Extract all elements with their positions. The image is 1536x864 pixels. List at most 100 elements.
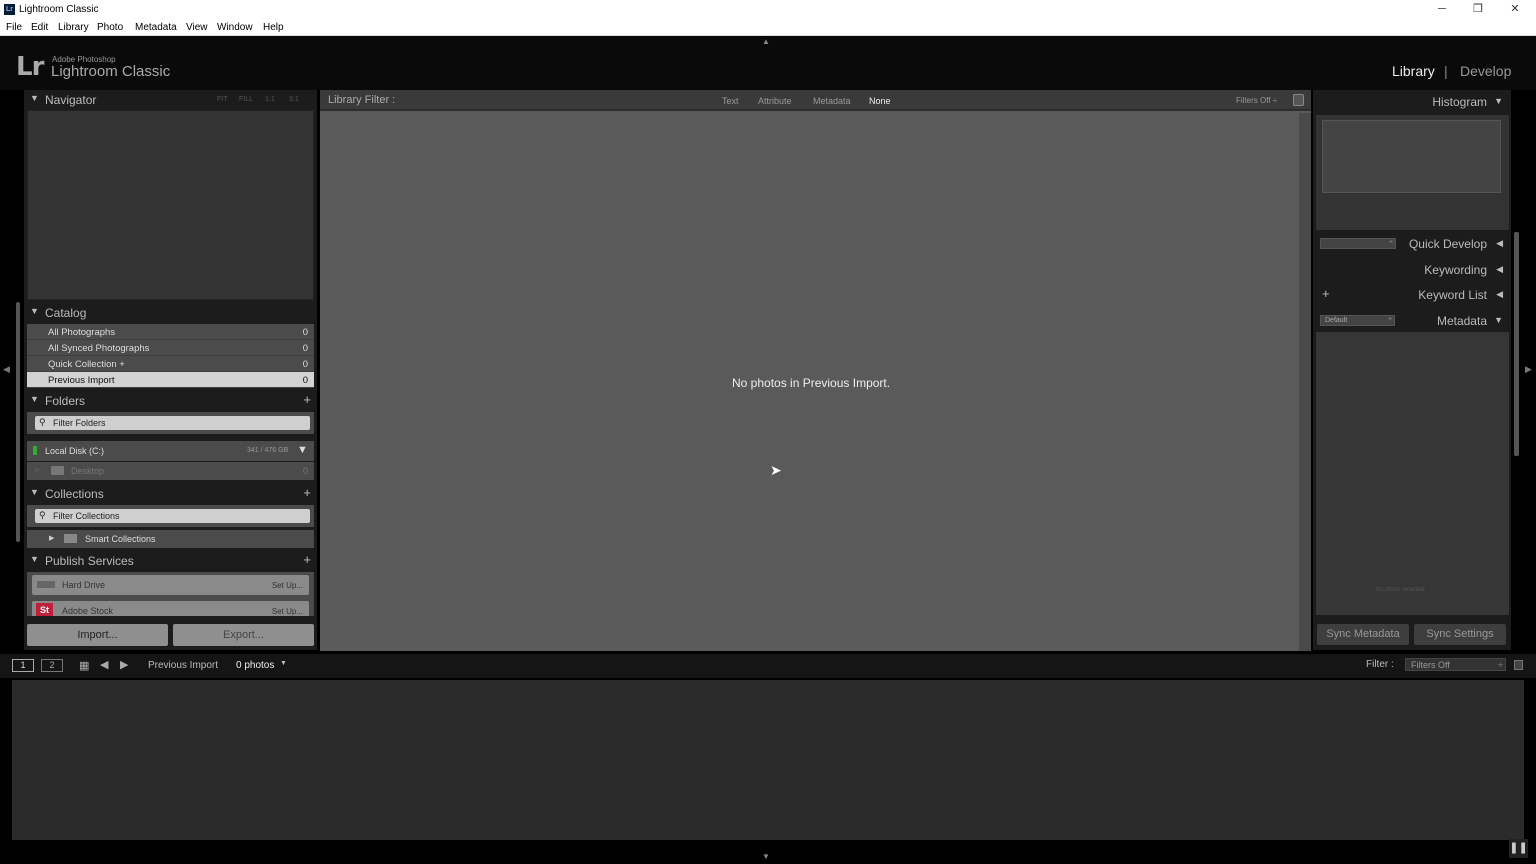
close-button[interactable]: ✕ [1497, 1, 1533, 18]
filter-text[interactable]: Text [722, 96, 739, 106]
second-window-button[interactable]: 2 [41, 659, 63, 672]
triangle-down-icon: ▼ [30, 93, 39, 103]
menu-edit[interactable]: Edit [31, 22, 48, 33]
disk-status-icon [33, 446, 37, 455]
zoom-fill[interactable]: FILL [239, 96, 253, 103]
window-title-bar: Lr Lightroom Classic ─ ❐ ✕ [0, 0, 1536, 19]
zoom-1-1[interactable]: 1:1 [265, 96, 275, 103]
publish-hard-drive-button[interactable]: Hard Drive Set Up... [32, 575, 309, 595]
filter-none[interactable]: None [869, 96, 891, 106]
metadata-area: No photo selected [1316, 332, 1509, 615]
menu-view[interactable]: View [186, 22, 208, 33]
keyword-list-header[interactable]: + Keyword List ◀ [1316, 284, 1509, 306]
left-panel-scrollbar[interactable] [16, 302, 20, 542]
grid-scrollbar[interactable] [1299, 113, 1311, 651]
metadata-preset-select[interactable]: Default ÷ [1320, 315, 1395, 326]
catalog-item-previous-import[interactable]: Previous Import 0 [27, 372, 314, 388]
zoom-fit[interactable]: FIT [217, 96, 228, 103]
add-publish-service-icon[interactable]: + [303, 552, 311, 567]
navigator-header[interactable]: ▼ Navigator FIT FILL 1:1 3:1 [24, 90, 317, 110]
lock-icon[interactable] [1293, 94, 1304, 106]
publish-services-header[interactable]: ▼ Publish Services + [24, 551, 317, 571]
mouse-cursor-icon: ➤ [770, 462, 782, 478]
folder-icon [51, 466, 64, 475]
zoom-3-1[interactable]: 3:1 [289, 96, 299, 103]
filter-collections-input[interactable]: ⚲ Filter Collections [35, 509, 310, 523]
filmstrip-count[interactable]: 0 photos [236, 660, 274, 671]
navigator-preview[interactable] [27, 110, 314, 300]
stepper-icon: ÷ [1498, 660, 1503, 670]
filter-folders-input[interactable]: ⚲ Filter Folders [35, 416, 310, 430]
menu-metadata[interactable]: Metadata [135, 22, 177, 33]
back-arrow-icon[interactable]: ◀ [100, 658, 108, 671]
identity-plate: ▲ Lr Adobe Photoshop Lightroom Classic L… [0, 36, 1536, 90]
minimize-button[interactable]: ─ [1424, 1, 1460, 18]
collapse-top-arrow-icon[interactable]: ▲ [762, 37, 770, 46]
menu-library[interactable]: Library [58, 22, 89, 33]
pause-icon[interactable]: ❚❚ [1509, 839, 1528, 858]
triangle-right-icon[interactable]: ▶ [49, 534, 54, 542]
catalog-item-all-photographs[interactable]: All Photographs 0 [27, 324, 314, 340]
hard-drive-icon [37, 581, 55, 588]
triangle-left-icon: ◀ [1496, 264, 1503, 274]
triangle-left-icon: ◀ [1496, 238, 1503, 248]
module-develop[interactable]: Develop [1460, 63, 1511, 79]
folders-header[interactable]: ▼ Folders + [24, 391, 317, 411]
filmstrip-source[interactable]: Previous Import [148, 660, 218, 671]
menu-help[interactable]: Help [263, 22, 284, 33]
histogram-header[interactable]: Histogram ▼ [1316, 91, 1509, 113]
search-icon: ⚲ [39, 510, 46, 520]
smart-collections-row[interactable]: ▶ Smart Collections [27, 530, 314, 548]
catalog-header[interactable]: ▼ Catalog [24, 303, 317, 323]
menu-file[interactable]: File [6, 22, 22, 33]
module-library[interactable]: Library [1392, 63, 1435, 79]
catalog-item-quick-collection[interactable]: Quick Collection + 0 [27, 356, 314, 372]
sync-metadata-button[interactable]: Sync Metadata [1317, 624, 1409, 645]
forward-arrow-icon[interactable]: ▶ [120, 658, 128, 671]
collapse-bottom-arrow-icon[interactable]: ▼ [762, 852, 770, 861]
filmstrip[interactable] [12, 680, 1524, 840]
volume-local-disk[interactable]: Local Disk (C:) 341 / 476 GB ▼ [27, 441, 314, 461]
menu-window[interactable]: Window [217, 22, 253, 33]
sync-settings-button[interactable]: Sync Settings [1414, 624, 1506, 645]
right-panel-scrollbar[interactable] [1514, 232, 1519, 456]
menu-photo[interactable]: Photo [97, 22, 123, 33]
collapse-right-arrow-icon[interactable]: ▶ [1525, 364, 1532, 375]
folder-desktop[interactable]: ▶ Desktop 0 [27, 462, 314, 480]
quick-develop-header[interactable]: ÷ Quick Develop ◀ [1316, 233, 1509, 255]
publish-adobe-stock-button[interactable]: St Adobe Stock Set Up... [32, 601, 309, 616]
filmstrip-toolbar: 1 2 ▦ ◀ ▶ Previous Import 0 photos ▼ Fil… [0, 654, 1536, 678]
collections-header[interactable]: ▼ Collections + [24, 484, 317, 504]
app-icon: Lr [4, 4, 15, 15]
filmstrip-filter-select[interactable]: Filters Off ÷ [1405, 658, 1506, 671]
filter-lock-icon[interactable] [1514, 660, 1523, 670]
search-icon: ⚲ [39, 417, 46, 427]
metadata-header[interactable]: Default ÷ Metadata ▼ [1316, 310, 1509, 332]
add-collection-icon[interactable]: + [303, 485, 311, 500]
brand-title: Lightroom Classic [51, 63, 171, 80]
saved-preset-select[interactable]: ÷ [1320, 238, 1396, 249]
filter-presets-select[interactable]: Filters Off ÷ [1236, 96, 1277, 105]
restore-button[interactable]: ❐ [1460, 1, 1496, 18]
filter-attribute[interactable]: Attribute [758, 96, 792, 106]
triangle-down-icon[interactable]: ▼ [297, 444, 308, 456]
chevron-down-icon[interactable]: ▼ [280, 660, 287, 667]
triangle-down-icon: ▼ [1494, 96, 1503, 106]
library-filter-bar: Library Filter : Text Attribute Metadata… [320, 90, 1311, 111]
filter-metadata[interactable]: Metadata [813, 96, 851, 106]
main-window-button[interactable]: 1 [12, 659, 34, 672]
add-folder-icon[interactable]: + [303, 392, 311, 407]
add-keyword-icon[interactable]: + [1322, 286, 1330, 301]
triangle-right-icon[interactable]: ▶ [35, 465, 41, 474]
left-panel: ▼ Navigator FIT FILL 1:1 3:1 ▼ Catalog A… [24, 90, 317, 650]
catalog-item-all-synced[interactable]: All Synced Photographs 0 [27, 340, 314, 356]
export-button[interactable]: Export... [173, 624, 314, 646]
keywording-header[interactable]: Keywording ◀ [1316, 259, 1509, 281]
filmstrip-filter-label: Filter : [1366, 659, 1394, 670]
right-panel: Histogram ▼ ÷ Quick Develop ◀ Keywording… [1313, 90, 1511, 650]
import-button[interactable]: Import... [27, 624, 168, 646]
collapse-left-arrow-icon[interactable]: ◀ [3, 364, 10, 375]
filter-folders-box: ⚲ Filter Folders [27, 412, 314, 434]
grid-icon[interactable]: ▦ [79, 659, 89, 672]
module-separator: | [1444, 63, 1448, 79]
